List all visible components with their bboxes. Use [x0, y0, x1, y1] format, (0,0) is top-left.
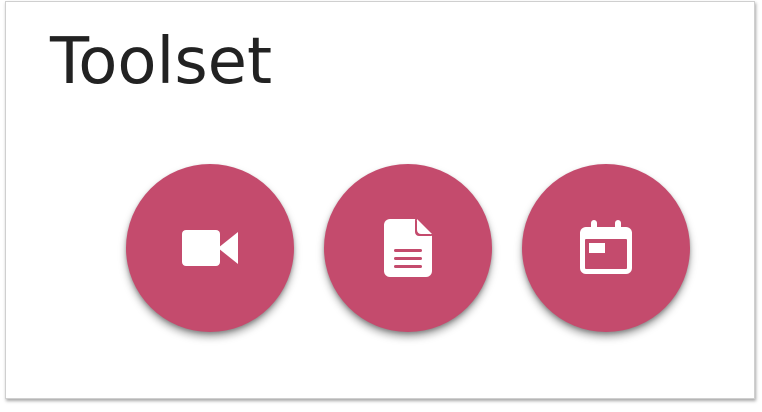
toolset-card: Toolset — [5, 1, 755, 399]
document-button[interactable] — [324, 164, 492, 332]
card-title: Toolset — [50, 25, 273, 99]
calendar-icon — [578, 220, 634, 276]
document-icon — [384, 219, 432, 277]
video-camera-icon — [182, 228, 238, 268]
calendar-button[interactable] — [522, 164, 690, 332]
video-button[interactable] — [126, 164, 294, 332]
